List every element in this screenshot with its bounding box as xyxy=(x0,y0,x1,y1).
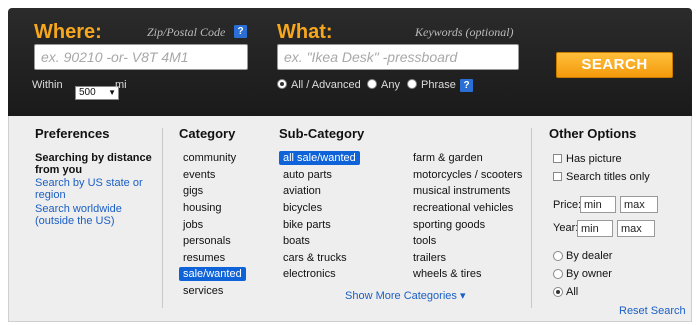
by-dealer-radio[interactable] xyxy=(553,251,563,261)
reset-search-link[interactable]: Reset Search xyxy=(619,305,686,317)
subcategory-item[interactable]: boats xyxy=(283,235,310,247)
subcategory-heading: Sub-Category xyxy=(279,126,365,141)
within-value: 500 xyxy=(79,87,96,98)
category-item-selected[interactable]: sale/wanted xyxy=(179,267,246,281)
category-item[interactable]: resumes xyxy=(183,252,225,264)
year-label: Year: xyxy=(553,222,579,234)
search-button[interactable]: SEARCH xyxy=(556,52,673,78)
titles-only-label: Search titles only xyxy=(566,171,650,183)
price-max-input[interactable] xyxy=(620,196,658,213)
subcategory-item[interactable]: musical instruments xyxy=(413,185,510,197)
match-any-radio[interactable] xyxy=(367,79,377,89)
category-item[interactable]: jobs xyxy=(183,219,203,231)
what-label: What: xyxy=(277,21,333,43)
price-min-input[interactable] xyxy=(580,196,616,213)
category-item[interactable]: events xyxy=(183,169,215,181)
match-all-radio[interactable] xyxy=(277,79,287,89)
subcategory-item-selected[interactable]: all sale/wanted xyxy=(279,151,360,165)
match-phrase-label: Phrase xyxy=(421,79,456,91)
what-hint: Keywords (optional) xyxy=(415,25,514,39)
where-hint: Zip/Postal Code xyxy=(147,25,226,39)
within-unit: mi xyxy=(115,79,127,91)
all-sellers-radio[interactable] xyxy=(553,287,563,297)
other-options-heading: Other Options xyxy=(549,126,637,141)
what-input[interactable] xyxy=(277,44,519,70)
search-header: Where: Zip/Postal Code ? What: Keywords … xyxy=(8,8,692,116)
titles-only-checkbox[interactable] xyxy=(553,172,562,181)
subcategory-item[interactable]: bicycles xyxy=(283,202,322,214)
preferences-status: Searching by distance from you xyxy=(35,152,152,176)
subcategory-item[interactable]: cars & trucks xyxy=(283,252,347,264)
category-item[interactable]: personals xyxy=(183,235,231,247)
subcategory-item[interactable]: tools xyxy=(413,235,436,247)
preferences-heading: Preferences xyxy=(35,126,110,141)
subcategory-item[interactable]: recreational vehicles xyxy=(413,202,513,214)
match-all-label: All / Advanced xyxy=(291,79,361,91)
category-heading: Category xyxy=(179,126,236,141)
by-owner-radio[interactable] xyxy=(553,269,563,279)
match-help-icon[interactable]: ? xyxy=(460,79,473,92)
by-owner-label: By owner xyxy=(566,268,612,280)
subcategory-item[interactable]: wheels & tires xyxy=(413,268,481,280)
within-select[interactable]: 500 ▼ xyxy=(75,86,119,100)
divider xyxy=(531,128,532,308)
subcategory-item[interactable]: bike parts xyxy=(283,219,331,231)
category-item[interactable]: gigs xyxy=(183,185,203,197)
subcategory-item[interactable]: motorcycles / scooters xyxy=(413,169,522,181)
has-picture-checkbox[interactable] xyxy=(553,154,562,163)
subcategory-item[interactable]: electronics xyxy=(283,268,336,280)
by-dealer-label: By dealer xyxy=(566,250,613,262)
match-any-label: Any xyxy=(381,79,400,91)
subcategory-item[interactable]: sporting goods xyxy=(413,219,485,231)
all-sellers-label: All xyxy=(566,286,579,298)
divider xyxy=(162,128,163,308)
subcategory-item[interactable]: aviation xyxy=(283,185,321,197)
where-label: Where: xyxy=(34,21,102,43)
year-max-input[interactable] xyxy=(617,220,655,237)
has-picture-label: Has picture xyxy=(566,153,622,165)
where-input[interactable] xyxy=(34,44,248,70)
subcategory-item[interactable]: trailers xyxy=(413,252,446,264)
category-item[interactable]: services xyxy=(183,285,223,297)
search-worldwide-link[interactable]: Search worldwide (outside the US) xyxy=(35,203,155,227)
year-min-input[interactable] xyxy=(577,220,613,237)
where-help-icon[interactable]: ? xyxy=(234,25,247,38)
price-label: Price: xyxy=(553,199,582,211)
subcategory-item[interactable]: farm & garden xyxy=(413,152,483,164)
subcategory-item[interactable]: auto parts xyxy=(283,169,332,181)
category-item[interactable]: community xyxy=(183,152,236,164)
within-label: Within xyxy=(32,79,63,91)
match-phrase-radio[interactable] xyxy=(407,79,417,89)
search-by-state-link[interactable]: Search by US state or region xyxy=(35,177,155,201)
category-item[interactable]: housing xyxy=(183,202,222,214)
show-more-categories-link[interactable]: Show More Categories ▾ xyxy=(345,289,465,302)
search-options-panel: Preferences Searching by distance from y… xyxy=(8,116,692,322)
